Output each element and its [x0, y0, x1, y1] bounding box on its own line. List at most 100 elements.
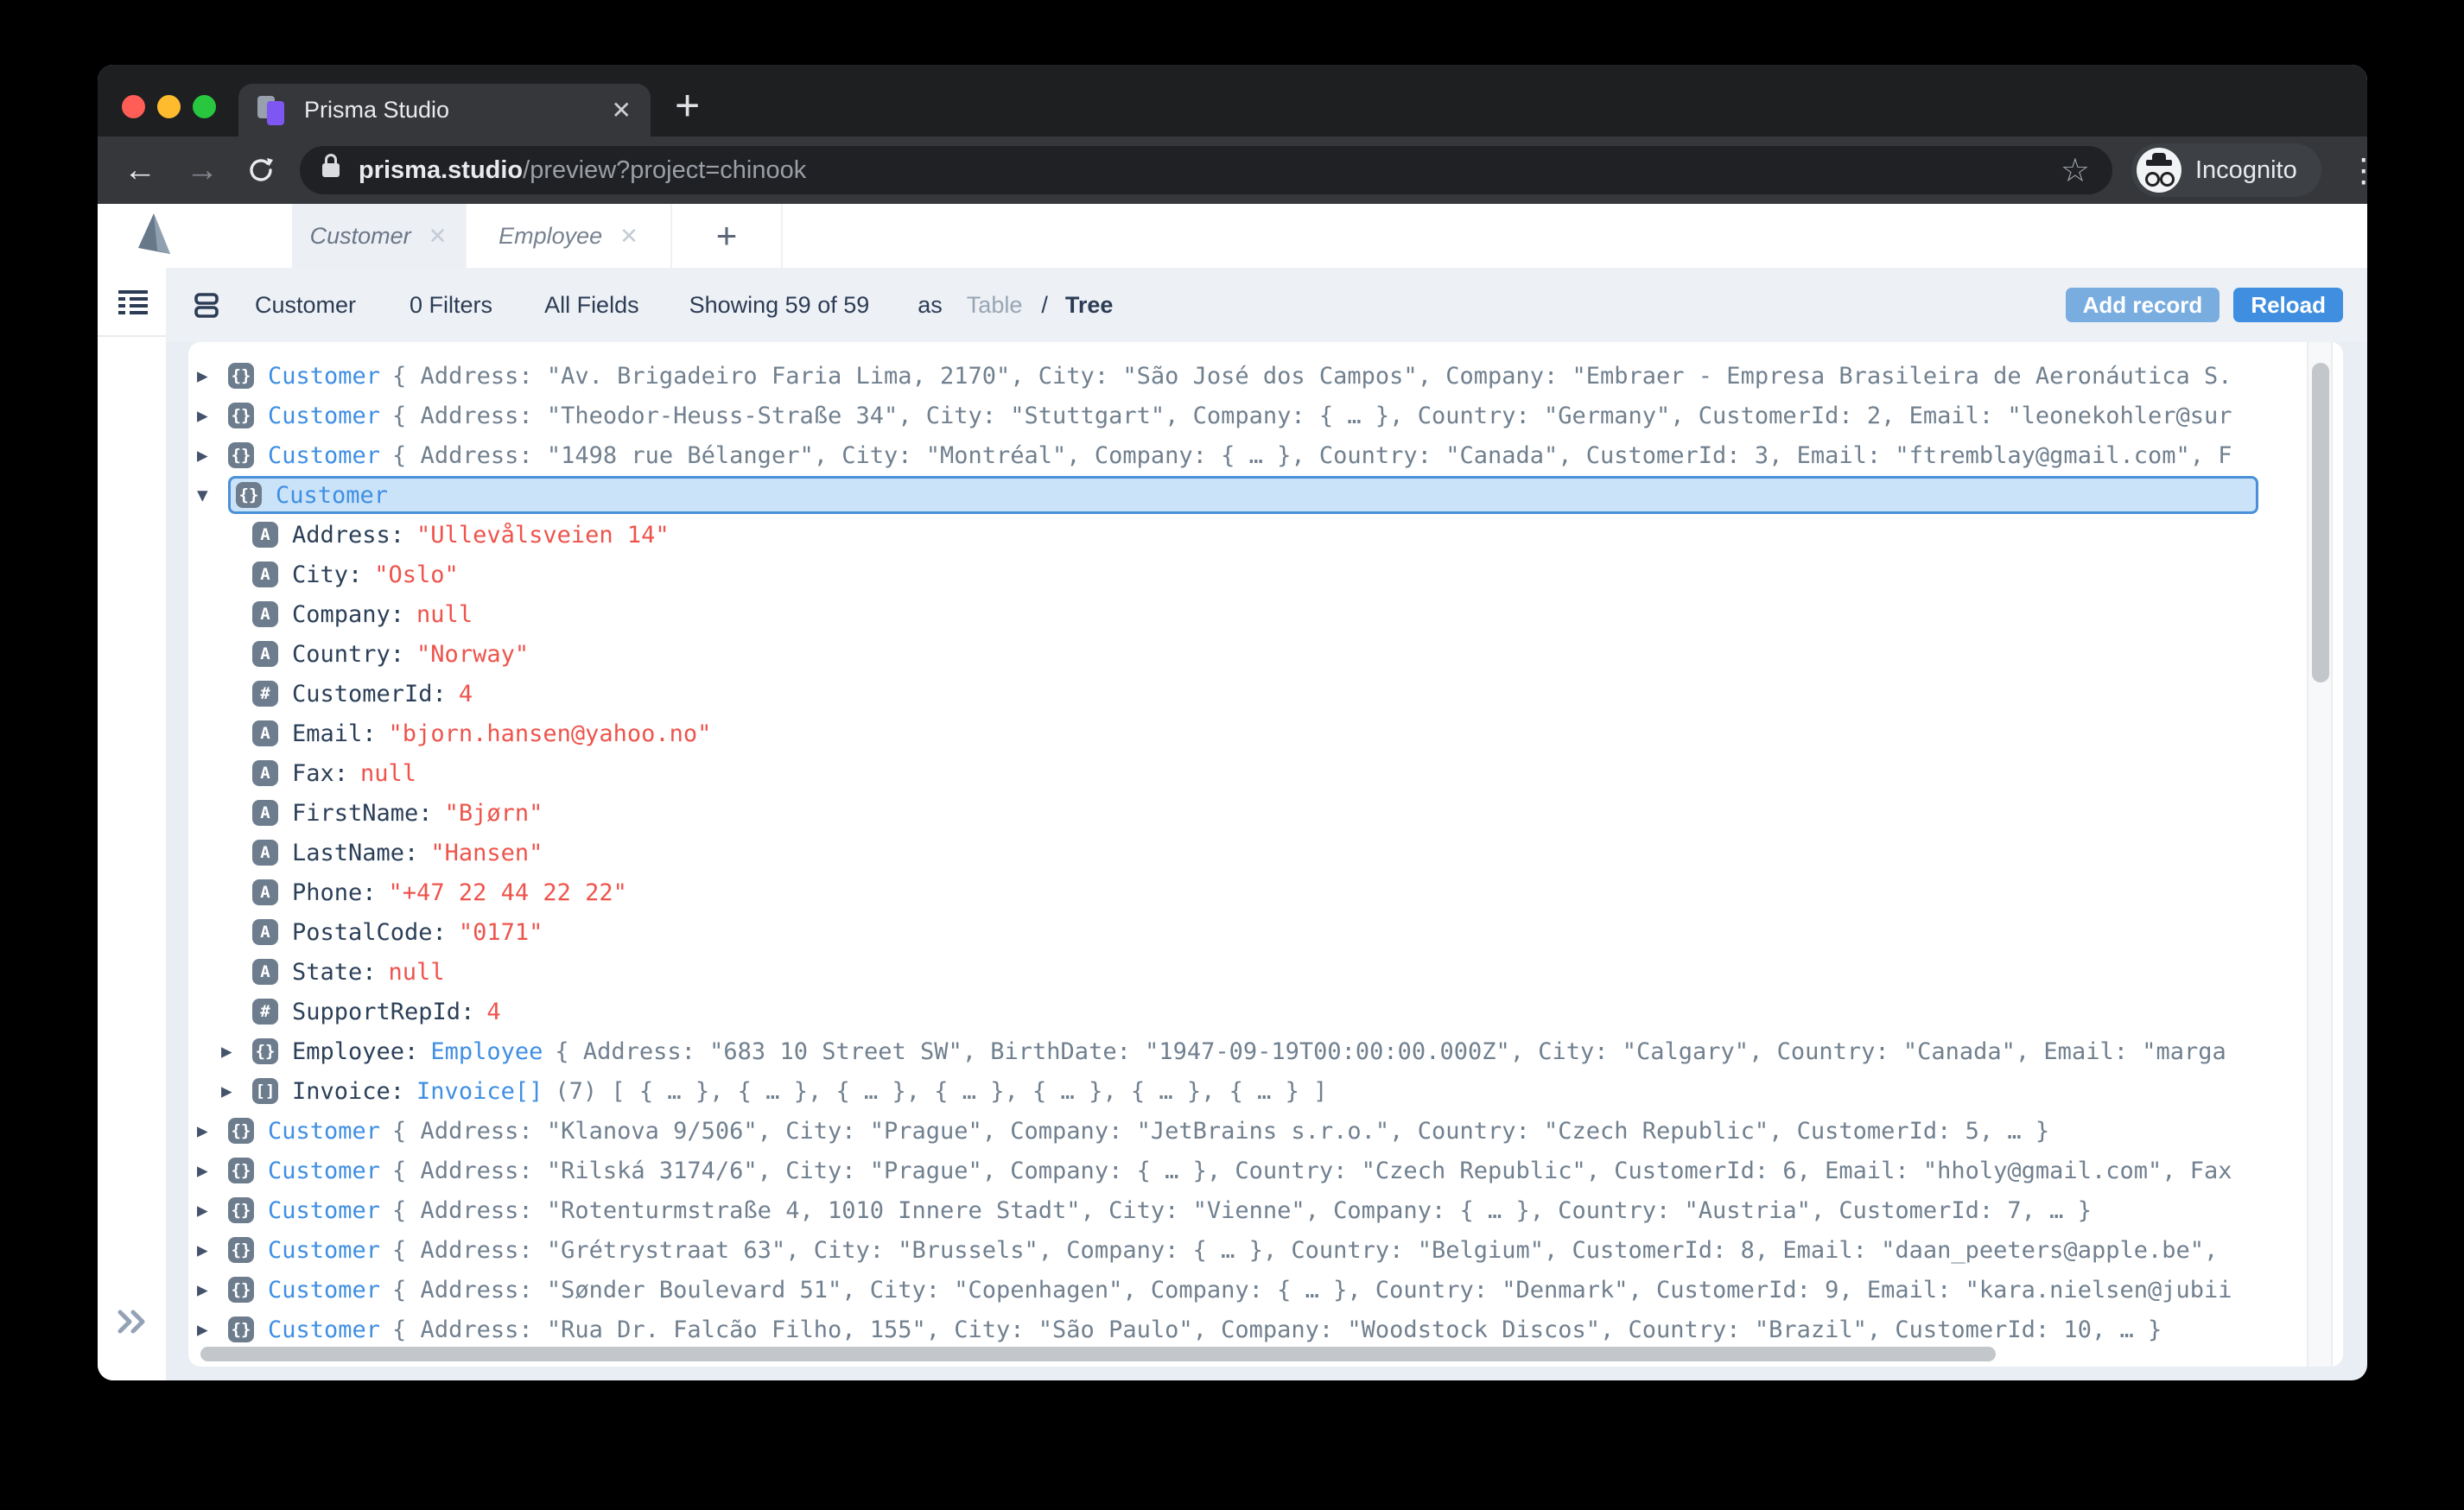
field-value[interactable]: "Bjørn"	[445, 800, 543, 827]
tree-row-relation[interactable]: ▶[]Invoice:Invoice[](7) [ { … }, { … }, …	[188, 1071, 2303, 1111]
field-name: SupportRepId:	[292, 999, 474, 1025]
tree-row-field[interactable]: AEmail:"bjorn.hansen@yahoo.no"	[188, 714, 2303, 753]
field-name: LastName:	[292, 840, 418, 866]
type-badge-icon: A	[252, 919, 278, 945]
field-value[interactable]: "Oslo"	[374, 561, 459, 588]
view-table-button[interactable]: Table	[967, 292, 1023, 319]
tab-close-icon[interactable]: ✕	[612, 96, 632, 124]
tree-row-field[interactable]: AAddress:"Ullevålsveien 14"	[188, 515, 2303, 555]
browser-tab[interactable]: Prisma Studio ✕	[238, 84, 651, 136]
rows-view-icon[interactable]	[194, 291, 219, 319]
fields-button[interactable]: All Fields	[544, 292, 639, 319]
tree-row-field[interactable]: ALastName:"Hansen"	[188, 833, 2303, 872]
field-value[interactable]: "bjorn.hansen@yahoo.no"	[389, 720, 712, 747]
expand-icon[interactable]: ▶	[197, 1240, 228, 1260]
expand-icon[interactable]: ▶	[197, 1200, 228, 1221]
tab-customer[interactable]: Customer ✕	[292, 204, 467, 268]
relation-type[interactable]: Invoice[]	[416, 1078, 543, 1105]
vertical-scrollbar[interactable]	[2307, 342, 2333, 1367]
tree-row-record[interactable]: ▶{}Customer{ Address: "Rotenturmstraße 4…	[188, 1190, 2303, 1230]
field-name: Address:	[292, 522, 404, 549]
field-value[interactable]: null	[389, 959, 445, 986]
back-button[interactable]: ←	[124, 152, 156, 189]
expand-icon[interactable]: ▶	[197, 1160, 228, 1181]
new-tab-button[interactable]: +	[675, 80, 700, 130]
field-value[interactable]: 4	[486, 999, 500, 1025]
tree-row-field[interactable]: ACity:"Oslo"	[188, 555, 2303, 594]
tree-row-field[interactable]: ACompany:null	[188, 594, 2303, 634]
expand-icon[interactable]: ▶	[197, 445, 228, 466]
collapse-icon[interactable]: ▼	[197, 485, 228, 505]
bookmark-star-icon[interactable]: ☆	[2061, 151, 2090, 190]
tab-customer-close-icon[interactable]: ✕	[429, 223, 448, 250]
models-list-icon[interactable]	[117, 289, 149, 316]
field-name: PostalCode:	[292, 919, 447, 946]
tree-row-field[interactable]: AState:null	[188, 952, 2303, 992]
tree-row-field[interactable]: ACountry:"Norway"	[188, 634, 2303, 674]
type-badge-icon: #	[252, 681, 278, 707]
reload-page-button[interactable]	[248, 157, 274, 183]
field-value[interactable]: "+47 22 44 22 22"	[389, 879, 627, 906]
sidebar-header	[98, 268, 166, 337]
tree-row-record[interactable]: ▶{}Customer{ Address: "Sønder Boulevard …	[188, 1270, 2303, 1310]
zoom-window-button[interactable]	[193, 95, 216, 118]
tree-row-record[interactable]: ▶{}Customer{ Address: "1498 rue Bélanger…	[188, 435, 2303, 475]
type-badge-icon: {}	[228, 363, 254, 389]
field-value[interactable]: 4	[459, 681, 473, 707]
tab-employee-close-icon[interactable]: ✕	[619, 223, 638, 250]
tree-row-record[interactable]: ▶{}Customer{ Address: "Rua Dr. Falcão Fi…	[188, 1310, 2303, 1346]
tree-row-field[interactable]: AFax:null	[188, 753, 2303, 793]
sidebar-expand-icon[interactable]	[117, 1309, 148, 1339]
tree-row-field[interactable]: AFirstName:"Bjørn"	[188, 793, 2303, 833]
page-url[interactable]: prisma.studio/preview?project=chinook	[359, 156, 806, 185]
expand-icon[interactable]: ▶	[197, 1279, 228, 1300]
record-model-name: Customer	[268, 1158, 380, 1184]
expand-icon[interactable]: ▶	[197, 1319, 228, 1340]
tree-row-field[interactable]: APhone:"+47 22 44 22 22"	[188, 872, 2303, 912]
address-bar[interactable]: prisma.studio/preview?project=chinook ☆	[300, 146, 2112, 194]
expand-icon[interactable]: ▶	[197, 405, 228, 426]
new-model-tab-button[interactable]: +	[672, 204, 783, 268]
selected-record[interactable]: {}Customer	[228, 476, 2258, 514]
expand-icon[interactable]: ▶	[197, 1120, 228, 1141]
reload-button[interactable]: Reload	[2233, 288, 2343, 322]
tree-row-record[interactable]: ▶{}Customer{ Address: "Av. Brigadeiro Fa…	[188, 356, 2303, 396]
tree-row-record[interactable]: ▶{}Customer{ Address: "Theodor-Heuss-Str…	[188, 396, 2303, 435]
tab-employee[interactable]: Employee ✕	[467, 204, 672, 268]
expand-icon[interactable]: ▶	[221, 1081, 252, 1101]
close-window-button[interactable]	[122, 95, 145, 118]
tree-row-field[interactable]: #SupportRepId:4	[188, 992, 2303, 1031]
tree-row-selected[interactable]: ▼{}Customer	[188, 475, 2303, 515]
tree-row-field[interactable]: A PostalCode: "0171"	[188, 912, 2303, 952]
field-value[interactable]: "Norway"	[416, 641, 529, 668]
expand-icon[interactable]: ▶	[221, 1041, 252, 1062]
field-value[interactable]: null	[416, 601, 473, 628]
filters-button[interactable]: 0 Filters	[410, 292, 492, 319]
record-preview: { Address: "Rua Dr. Falcão Filho, 155", …	[392, 1316, 2162, 1343]
vertical-scrollbar-thumb[interactable]	[2312, 363, 2329, 682]
lock-icon	[322, 163, 340, 177]
minimize-window-button[interactable]	[157, 95, 181, 118]
field-value[interactable]: "Ullevålsveien 14"	[416, 522, 670, 549]
field-value[interactable]: null	[360, 760, 416, 787]
tree-row-field[interactable]: #CustomerId:4	[188, 674, 2303, 714]
tree-row-record[interactable]: ▶{}Customer{ Address: "Klanova 9/506", C…	[188, 1111, 2303, 1151]
type-badge-icon: {}	[228, 1197, 254, 1223]
tree-row-record[interactable]: ▶{}Customer{ Address: "Grétrystraat 63",…	[188, 1230, 2303, 1270]
field-value[interactable]: "Hansen"	[430, 840, 543, 866]
relation-type[interactable]: Employee	[430, 1038, 543, 1065]
browser-menu-icon[interactable]: ⋮	[2347, 151, 2367, 190]
horizontal-scrollbar-thumb[interactable]	[200, 1347, 1996, 1361]
as-label: as	[918, 292, 943, 319]
view-tree-button[interactable]: Tree	[1065, 292, 1114, 319]
field-name: Country:	[292, 641, 404, 668]
field-value[interactable]: "0171"	[459, 919, 543, 946]
tree-row-record[interactable]: ▶{}Customer{ Address: "Rilská 3174/6", C…	[188, 1151, 2303, 1190]
forward-button[interactable]: →	[186, 152, 219, 189]
browser-tab-strip: Prisma Studio ✕ +	[98, 65, 2367, 136]
add-record-button[interactable]: Add record	[2066, 288, 2220, 322]
tree-row-relation[interactable]: ▶{}Employee:Employee{ Address: "683 10 S…	[188, 1031, 2303, 1071]
incognito-icon	[2137, 148, 2181, 193]
expand-icon[interactable]: ▶	[197, 365, 228, 386]
type-badge-icon: {}	[252, 1038, 278, 1064]
